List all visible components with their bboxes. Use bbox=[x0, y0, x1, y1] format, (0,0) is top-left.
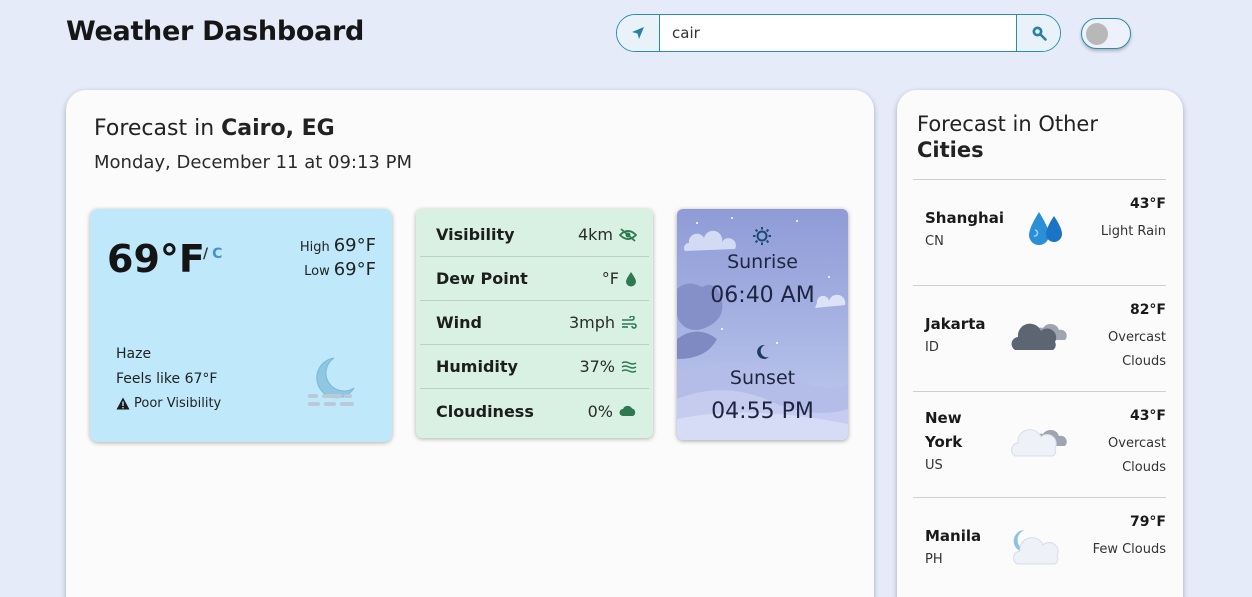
low-label: Low bbox=[304, 264, 330, 279]
city-temp: 43°F bbox=[1129, 408, 1166, 424]
detail-value: 37% bbox=[579, 357, 615, 376]
search-icon bbox=[1032, 26, 1047, 41]
city-desc: Overcast Clouds bbox=[1108, 436, 1166, 475]
detail-row-dew-point: Dew Point °F bbox=[420, 257, 649, 301]
water-waves-icon bbox=[621, 360, 637, 373]
app-title: Weather Dashboard bbox=[66, 16, 365, 47]
toggle-knob bbox=[1086, 23, 1108, 45]
weather-condition: Haze bbox=[116, 346, 152, 362]
current-weather-card: 69°F / C High 69°F Low 69°F Haze Feels like… bbox=[90, 209, 392, 442]
sun-times-card: Sunrise 06:40 AM Sunset 04:55 PM bbox=[677, 209, 848, 440]
detail-value: 0% bbox=[587, 401, 613, 421]
other-cities-title-line2: Cities bbox=[917, 138, 984, 162]
date-time: Monday, December 11 at 09:13 PM bbox=[94, 152, 412, 173]
other-cities-title: Forecast in Other Cities bbox=[917, 111, 1098, 163]
city-desc: Few Clouds bbox=[1092, 542, 1166, 557]
city-temp: 82°F bbox=[1129, 302, 1166, 318]
detail-label: Humidity bbox=[436, 357, 518, 376]
theme-toggle[interactable] bbox=[1081, 18, 1131, 49]
weather-details-card: Visibility 4km Dew Point °F Wind 3mph Hu… bbox=[416, 209, 653, 438]
unit-toggle: / C bbox=[203, 246, 222, 262]
other-cities-title-line1: Forecast in Other bbox=[917, 112, 1098, 136]
city-name: Manila bbox=[925, 527, 982, 545]
warning-triangle-icon bbox=[116, 397, 130, 410]
current-temperature: 69°F bbox=[107, 237, 205, 281]
city-country: PH bbox=[925, 552, 943, 567]
city-name: Jakarta bbox=[925, 315, 986, 333]
city-desc: Overcast Clouds bbox=[1108, 330, 1166, 369]
detail-row-wind: Wind 3mph bbox=[420, 301, 649, 345]
unit-separator: / bbox=[203, 246, 209, 262]
city-country: US bbox=[925, 458, 943, 473]
wind-icon bbox=[622, 315, 637, 329]
city-name: Shanghai bbox=[925, 209, 1004, 227]
detail-label: Visibility bbox=[436, 225, 515, 244]
warning-row: Poor Visibility bbox=[116, 396, 221, 411]
overcast-clouds-icon bbox=[1011, 323, 1067, 350]
detail-row-cloudiness: Cloudiness 0% bbox=[420, 389, 649, 433]
main-forecast-panel: Forecast in Cairo, EG Monday, December 1… bbox=[66, 90, 874, 597]
city-row-shanghai[interactable]: Shanghai CN 43°F Light Rain bbox=[913, 179, 1166, 285]
city-row-manila[interactable]: Manila PH 79°F Few Clouds bbox=[913, 497, 1166, 597]
city-name: New York bbox=[925, 409, 963, 451]
high-label: High bbox=[299, 240, 330, 255]
low-value: 69°F bbox=[333, 259, 376, 280]
sunset-label: Sunset bbox=[729, 367, 796, 389]
detail-value: 3mph bbox=[568, 313, 615, 332]
city-country: ID bbox=[925, 340, 939, 355]
search-bar bbox=[616, 14, 1061, 52]
location-arrow-icon bbox=[632, 27, 644, 39]
low-temperature: Low 69°F bbox=[304, 259, 376, 280]
detail-value: 4km bbox=[577, 225, 613, 244]
sunset-time: 04:55 PM bbox=[711, 399, 814, 424]
forecast-city: Cairo, EG bbox=[221, 116, 335, 141]
detail-value: °F bbox=[601, 269, 619, 288]
city-temp: 79°F bbox=[1129, 514, 1166, 530]
cloud-icon bbox=[619, 405, 636, 416]
warning-text: Poor Visibility bbox=[134, 396, 222, 411]
city-row-new-york[interactable]: New York US 43°F Overcast Clouds bbox=[913, 391, 1166, 497]
search-input[interactable] bbox=[660, 15, 1016, 51]
moon-icon bbox=[757, 344, 769, 359]
detail-row-visibility: Visibility 4km bbox=[420, 213, 649, 257]
detail-row-humidity: Humidity 37% bbox=[420, 345, 649, 389]
eye-slash-icon bbox=[619, 227, 637, 242]
overcast-clouds-icon bbox=[1011, 429, 1067, 457]
other-cities-panel: Forecast in Other Cities Shanghai CN 43°… bbox=[897, 90, 1183, 597]
few-clouds-night-icon bbox=[1013, 529, 1059, 565]
location-button[interactable] bbox=[617, 15, 660, 51]
rain-drops-icon bbox=[1029, 212, 1062, 245]
detail-label: Dew Point bbox=[436, 269, 528, 288]
high-value: 69°F bbox=[333, 235, 376, 256]
forecast-heading: Forecast in Cairo, EG bbox=[94, 116, 335, 141]
detail-label: Wind bbox=[436, 313, 482, 332]
search-button[interactable] bbox=[1016, 15, 1060, 51]
city-temp: 43°F bbox=[1129, 196, 1166, 212]
haze-moon-icon bbox=[308, 357, 355, 406]
city-desc: Light Rain bbox=[1100, 224, 1166, 239]
forecast-heading-prefix: Forecast in bbox=[94, 116, 222, 141]
city-row-jakarta[interactable]: Jakarta ID 82°F Overcast Clouds bbox=[913, 285, 1166, 391]
sunrise-label: Sunrise bbox=[727, 251, 798, 273]
sunrise-time: 06:40 AM bbox=[710, 283, 815, 308]
sunrise-icon bbox=[753, 227, 771, 245]
city-list: Shanghai CN 43°F Light Rain Jakarta ID 8… bbox=[913, 179, 1166, 597]
feels-like: Feels like 67°F bbox=[116, 371, 218, 387]
detail-label: Cloudiness bbox=[436, 401, 534, 421]
city-country: CN bbox=[925, 234, 944, 249]
celsius-unit-link[interactable]: C bbox=[212, 246, 222, 262]
high-temperature: High 69°F bbox=[300, 235, 376, 256]
droplet-icon bbox=[626, 271, 636, 286]
